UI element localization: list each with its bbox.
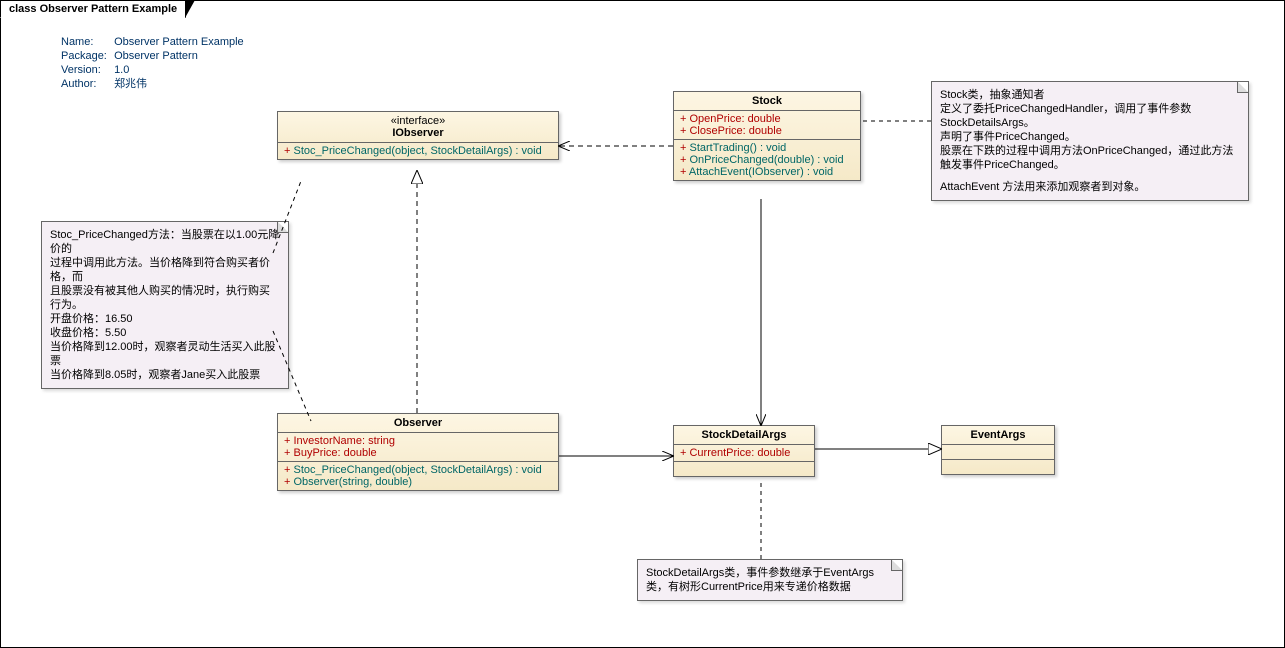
class-stockdetailargs: StockDetailArgs + CurrentPrice: double: [673, 425, 815, 477]
observer-name: Observer: [394, 417, 442, 429]
note-iobserver-l2: 且股票没有被其他人购买的情况时，执行购买行为。: [50, 284, 280, 312]
stock-method-1: OnPriceChanged(double) : void: [689, 154, 843, 166]
meta-name-value: Observer Pattern Example: [114, 36, 244, 48]
meta-package-value: Observer Pattern: [114, 50, 198, 62]
note-sda-l0: StockDetailArgs类，事件参数继承于EventArgs: [646, 566, 894, 580]
note-stock-l1: 定义了委托PriceChangedHandler，调用了事件参数StockDet…: [940, 102, 1240, 130]
note-stock-l4: AttachEvent 方法用来添加观察者到对象。: [940, 180, 1240, 194]
stock-attr-0: OpenPrice: double: [689, 113, 780, 125]
meta-name-label: Name:: [61, 35, 111, 49]
stock-method-2: AttachEvent(IObserver) : void: [689, 166, 833, 178]
diagram-canvas: class Observer Pattern Example Name: Obs…: [0, 0, 1285, 648]
observer-method-1: Observer(string, double): [293, 476, 412, 488]
stockdetailargs-attr-0: CurrentPrice: double: [689, 447, 790, 459]
note-stock-l2: 声明了事件PriceChanged。: [940, 130, 1240, 144]
meta-version-label: Version:: [61, 63, 111, 77]
note-iobserver: Stoc_PriceChanged方法：当股票在以1.00元降价的 过程中调用此…: [41, 221, 289, 389]
class-stock: Stock + OpenPrice: double + ClosePrice: …: [673, 91, 861, 181]
meta-author-label: Author:: [61, 77, 111, 91]
class-iobserver: «interface»IObserver + Stoc_PriceChanged…: [277, 111, 559, 160]
note-iobserver-l0: Stoc_PriceChanged方法：当股票在以1.00元降价的: [50, 228, 280, 256]
note-iobserver-l4: 收盘价格：5.50: [50, 326, 280, 340]
iobserver-method-0: Stoc_PriceChanged(object, StockDetailArg…: [293, 145, 541, 157]
observer-method-0: Stoc_PriceChanged(object, StockDetailArg…: [293, 464, 541, 476]
stock-name: Stock: [752, 95, 782, 107]
diagram-tab-label: class Observer Pattern Example: [9, 3, 177, 15]
note-sda-l1: 类，有树形CurrentPrice用来专递价格数据: [646, 580, 894, 594]
observer-attr-0: InvestorName: string: [293, 435, 394, 447]
diagram-tab: class Observer Pattern Example: [0, 0, 186, 18]
note-stock-l3: 股票在下跌的过程中调用方法OnPriceChanged，通过此方法触发事件Pri…: [940, 144, 1240, 172]
note-stock: Stock类，抽象通知者 定义了委托PriceChangedHandler，调用…: [931, 81, 1249, 201]
class-eventargs: EventArgs: [941, 425, 1055, 475]
stock-attr-1: ClosePrice: double: [689, 125, 781, 137]
iobserver-name: IObserver: [284, 127, 552, 139]
note-stockdetailargs: StockDetailArgs类，事件参数继承于EventArgs 类，有树形C…: [637, 559, 903, 601]
meta-package-label: Package:: [61, 49, 111, 63]
stock-method-0: StartTrading() : void: [689, 142, 786, 154]
note-iobserver-l3: 开盘价格：16.50: [50, 312, 280, 326]
metadata-block: Name: Observer Pattern Example Package: …: [61, 35, 244, 91]
meta-version-value: 1.0: [114, 64, 129, 76]
class-observer: Observer + InvestorName: string + BuyPri…: [277, 413, 559, 491]
eventargs-name: EventArgs: [970, 429, 1025, 441]
note-iobserver-l6: 当价格降到8.05时，观察者Jane买入此股票: [50, 368, 280, 382]
note-iobserver-l5: 当价格降到12.00时，观察者灵动生活买入此股票: [50, 340, 280, 368]
stockdetailargs-name: StockDetailArgs: [702, 429, 787, 441]
note-iobserver-l1: 过程中调用此方法。当价格降到符合购买者价格，而: [50, 256, 280, 284]
meta-author-value: 郑兆伟: [114, 78, 147, 90]
note-stock-l0: Stock类，抽象通知者: [940, 88, 1240, 102]
observer-attr-1: BuyPrice: double: [293, 447, 376, 459]
iobserver-stereotype: «interface»: [284, 115, 552, 127]
visibility-icon: +: [680, 166, 689, 178]
